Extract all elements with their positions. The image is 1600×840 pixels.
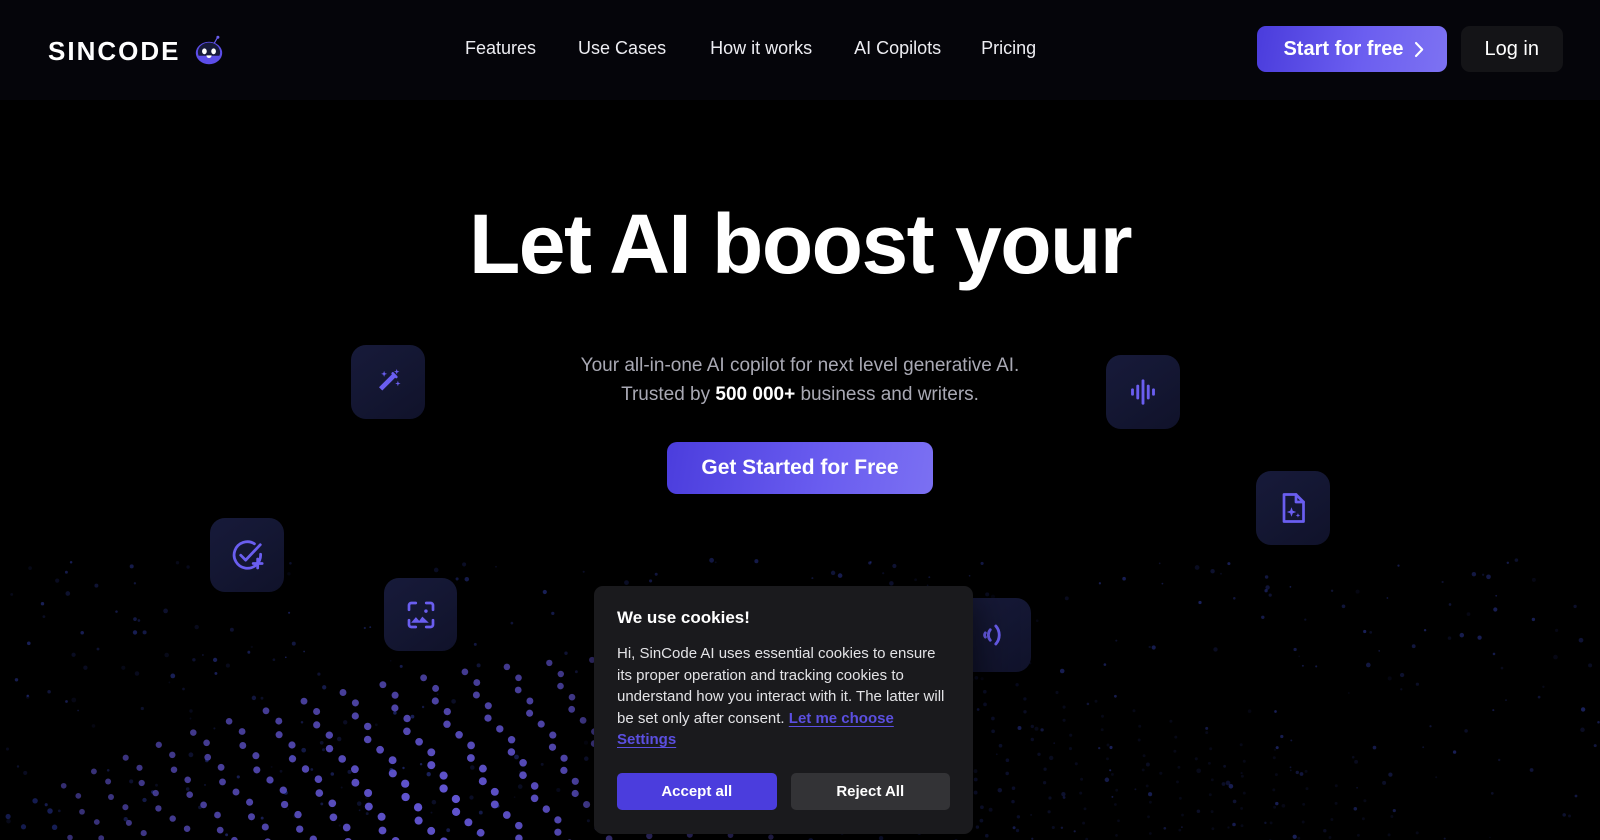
hero-subtitle-line-2: Trusted by 500 000+ business and writers… (0, 380, 1600, 409)
reject-all-button[interactable]: Reject All (791, 773, 951, 810)
nav-item-features[interactable]: Features (455, 33, 546, 63)
header-actions: Start for free Log in (1257, 26, 1563, 72)
tile-image-frame (384, 578, 457, 651)
site-header: SINCODE Features Use Cases How it works … (0, 0, 1600, 100)
robot-head-icon (192, 34, 226, 68)
nav-item-pricing[interactable]: Pricing (971, 33, 1046, 63)
nav-item-use-cases[interactable]: Use Cases (568, 33, 676, 63)
document-sparkle-icon (1275, 490, 1311, 526)
start-for-free-button[interactable]: Start for free (1257, 26, 1446, 72)
nav-item-how-it-works[interactable]: How it works (700, 33, 822, 63)
image-frame-icon (403, 597, 439, 633)
cookie-banner-text: Hi, SinCode AI uses essential cookies to… (617, 645, 944, 727)
page-title: Let AI boost your (0, 200, 1600, 289)
logo-text: SINCODE (48, 38, 180, 64)
trusted-prefix: Trusted by (621, 384, 715, 405)
hero-subtitle-line-1: Your all-in-one AI copilot for next leve… (0, 351, 1600, 380)
login-button[interactable]: Log in (1461, 26, 1564, 72)
accept-all-button[interactable]: Accept all (617, 773, 777, 810)
check-circle-plus-icon (229, 537, 266, 574)
chevron-right-icon (1414, 41, 1425, 58)
cookie-banner-body: Hi, SinCode AI uses essential cookies to… (617, 643, 950, 751)
cookie-banner-title: We use cookies! (617, 607, 950, 629)
let-me-choose-link[interactable]: Let me choose (789, 710, 894, 727)
hero-subtitle: Your all-in-one AI copilot for next leve… (0, 351, 1600, 409)
get-started-button[interactable]: Get Started for Free (667, 442, 932, 494)
hero-section: Let AI boost your Your all-in-one AI cop… (0, 100, 1600, 494)
logo[interactable]: SINCODE (48, 31, 226, 71)
cookie-consent-banner: We use cookies! Hi, SinCode AI uses esse… (594, 586, 973, 834)
trusted-count: 500 000+ (715, 384, 795, 405)
trusted-suffix: business and writers. (795, 384, 979, 405)
cookie-banner-actions: Accept all Reject All (617, 773, 950, 810)
tile-check-circle-plus (210, 518, 284, 592)
sound-wave-icon (976, 617, 1012, 653)
nav-item-ai-copilots[interactable]: AI Copilots (844, 33, 951, 63)
start-for-free-label: Start for free (1283, 38, 1403, 61)
hero-cta-wrap: Get Started for Free (0, 442, 1600, 494)
main-navigation: Features Use Cases How it works AI Copil… (455, 33, 1046, 63)
settings-link[interactable]: Settings (617, 731, 676, 748)
landing-page: Let AI boost your Your all-in-one AI cop… (0, 0, 1600, 840)
